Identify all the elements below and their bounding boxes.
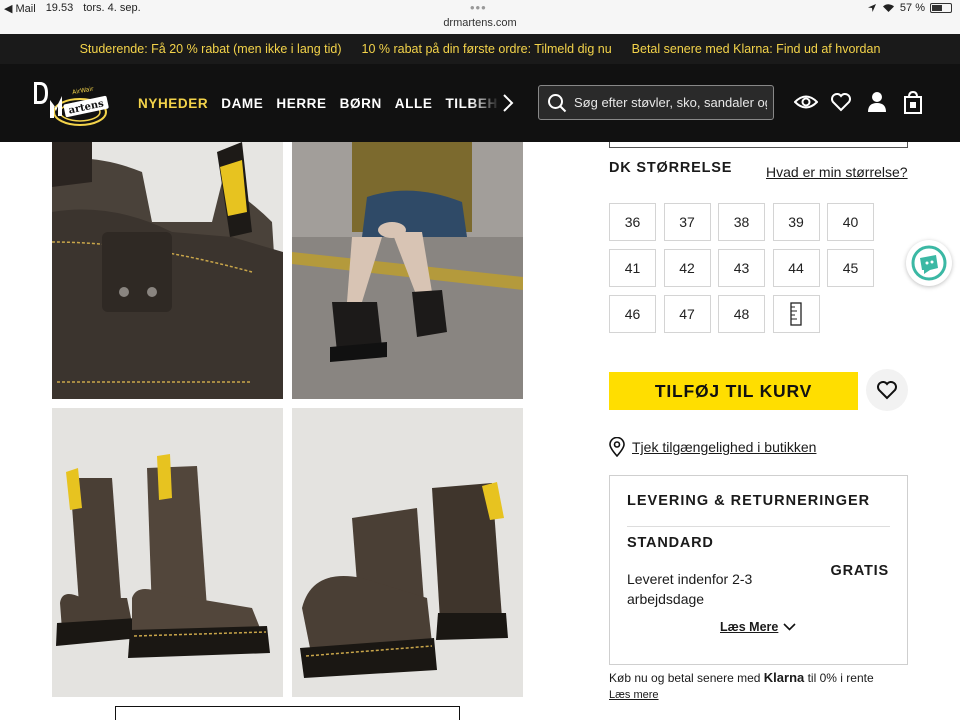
size-option[interactable]: 43 <box>718 249 765 287</box>
promo-student[interactable]: Studerende: Få 20 % rabat (men ikke i la… <box>80 42 342 56</box>
klarna-text-before: Køb nu og betal senere med <box>609 671 761 685</box>
delivery-returns-panel: LEVERING & RETURNERINGER STANDARD GRATIS… <box>609 475 908 665</box>
size-option[interactable]: 48 <box>718 295 765 333</box>
size-title: DK STØRRELSE <box>609 160 733 176</box>
status-time: 19.53 <box>45 2 74 14</box>
promo-bar: Studerende: Få 20 % rabat (men ikke i la… <box>0 34 960 64</box>
size-option[interactable]: 37 <box>663 203 711 241</box>
multitasking-dots[interactable]: ••• <box>470 0 487 15</box>
bag-icon[interactable] <box>902 90 924 114</box>
size-grid: 36 37 38 39 40 41 42 43 44 45 46 47 48 <box>609 203 879 333</box>
main-nav: NYHEDER DAME HERRE BØRN ALLE TILBEHØR <box>138 64 498 142</box>
wifi-icon <box>882 4 894 12</box>
nav-item-alle[interactable]: ALLE <box>395 96 433 111</box>
klarna-text-after: til 0% i rente <box>807 671 874 685</box>
battery-icon <box>930 3 952 13</box>
product-image-pair-back[interactable] <box>292 408 523 697</box>
shipping-description: Leveret indenfor 2-3 arbejdsdage <box>627 571 753 607</box>
map-pin-icon <box>609 437 625 457</box>
size-option[interactable]: 46 <box>609 295 656 333</box>
nav-item-born[interactable]: BØRN <box>340 96 382 111</box>
size-guide-ruler-button[interactable] <box>772 295 820 333</box>
chat-widget-button[interactable] <box>906 240 952 286</box>
wishlist-button[interactable] <box>866 369 908 411</box>
promo-klarna[interactable]: Betal senere med Klarna: Find ud af hvor… <box>632 42 881 56</box>
brand-logo[interactable]: artens AirWair <box>30 78 116 128</box>
read-more-label[interactable]: Læs Mere <box>720 620 778 634</box>
standard-shipping-label: STANDARD <box>627 535 714 551</box>
chat-icon <box>911 245 947 281</box>
nav-item-dame[interactable]: DAME <box>221 96 263 111</box>
size-option[interactable]: 45 <box>827 249 874 287</box>
size-option[interactable]: 44 <box>772 249 820 287</box>
nav-fade <box>470 84 500 124</box>
chevron-right-icon[interactable] <box>500 92 516 114</box>
browser-url[interactable]: drmartens.com <box>0 17 960 29</box>
delivery-title: LEVERING & RETURNERINGER <box>627 493 871 509</box>
search-icon <box>548 93 567 112</box>
size-guide-link[interactable]: Hvad er min størrelse? <box>766 164 908 180</box>
product-image-pair-front[interactable] <box>52 408 283 697</box>
status-left: ◀ Mail 19.53 tors. 4. sep. <box>4 2 141 15</box>
size-option[interactable]: 41 <box>609 249 656 287</box>
promo-first-order[interactable]: 10 % rabat på din første ordre: Tilmeld … <box>362 42 612 56</box>
color-selector-edge <box>609 142 908 148</box>
nav-item-herre[interactable]: HERRE <box>276 96 326 111</box>
ios-status-bar: ◀ Mail 19.53 tors. 4. sep. ••• drmartens… <box>0 0 960 34</box>
store-availability-link[interactable]: Tjek tilgængelighed i butikken <box>609 437 816 457</box>
user-icon[interactable] <box>866 91 888 113</box>
product-image-detail[interactable] <box>52 142 283 399</box>
heart-icon <box>877 381 897 400</box>
heart-icon[interactable] <box>830 91 852 113</box>
dr-martens-logo-icon: artens AirWair <box>34 82 109 126</box>
divider <box>627 526 890 527</box>
product-image-lifestyle[interactable] <box>292 142 523 399</box>
back-to-app-link[interactable]: ◀ Mail <box>4 2 36 15</box>
klarna-logo: Klarna <box>763 670 805 685</box>
size-option[interactable]: 39 <box>772 203 820 241</box>
svg-text:AirWair: AirWair <box>72 85 95 96</box>
size-option[interactable]: 36 <box>609 203 656 241</box>
eye-icon[interactable] <box>793 91 819 113</box>
ruler-icon <box>790 302 802 326</box>
bottom-partial-box <box>115 706 460 720</box>
header-icons <box>793 90 924 114</box>
location-icon <box>867 4 876 12</box>
size-option[interactable]: 42 <box>663 249 711 287</box>
klarna-info: Køb nu og betal senere med Klarna til 0%… <box>609 669 908 704</box>
shipping-price: GRATIS <box>830 563 889 579</box>
klarna-read-more-link[interactable]: Læs mere <box>609 687 908 704</box>
status-date: tors. 4. sep. <box>83 2 141 14</box>
size-option[interactable]: 38 <box>718 203 765 241</box>
search-input[interactable] <box>567 95 767 110</box>
status-right: 57 % <box>867 2 952 14</box>
site-header: artens AirWair NYHEDER DAME HERRE BØRN A… <box>0 64 960 142</box>
add-to-cart-button[interactable]: TILFØJ TIL KURV <box>609 372 858 410</box>
store-availability-label[interactable]: Tjek tilgængelighed i butikken <box>632 439 816 455</box>
size-option[interactable]: 40 <box>827 203 874 241</box>
battery-percent: 57 % <box>899 2 925 14</box>
chevron-down-icon <box>783 623 796 631</box>
read-more-button[interactable]: Læs Mere <box>720 620 796 634</box>
nav-item-nyheder[interactable]: NYHEDER <box>138 96 208 111</box>
size-option[interactable]: 47 <box>663 295 711 333</box>
search-box[interactable] <box>538 85 774 120</box>
